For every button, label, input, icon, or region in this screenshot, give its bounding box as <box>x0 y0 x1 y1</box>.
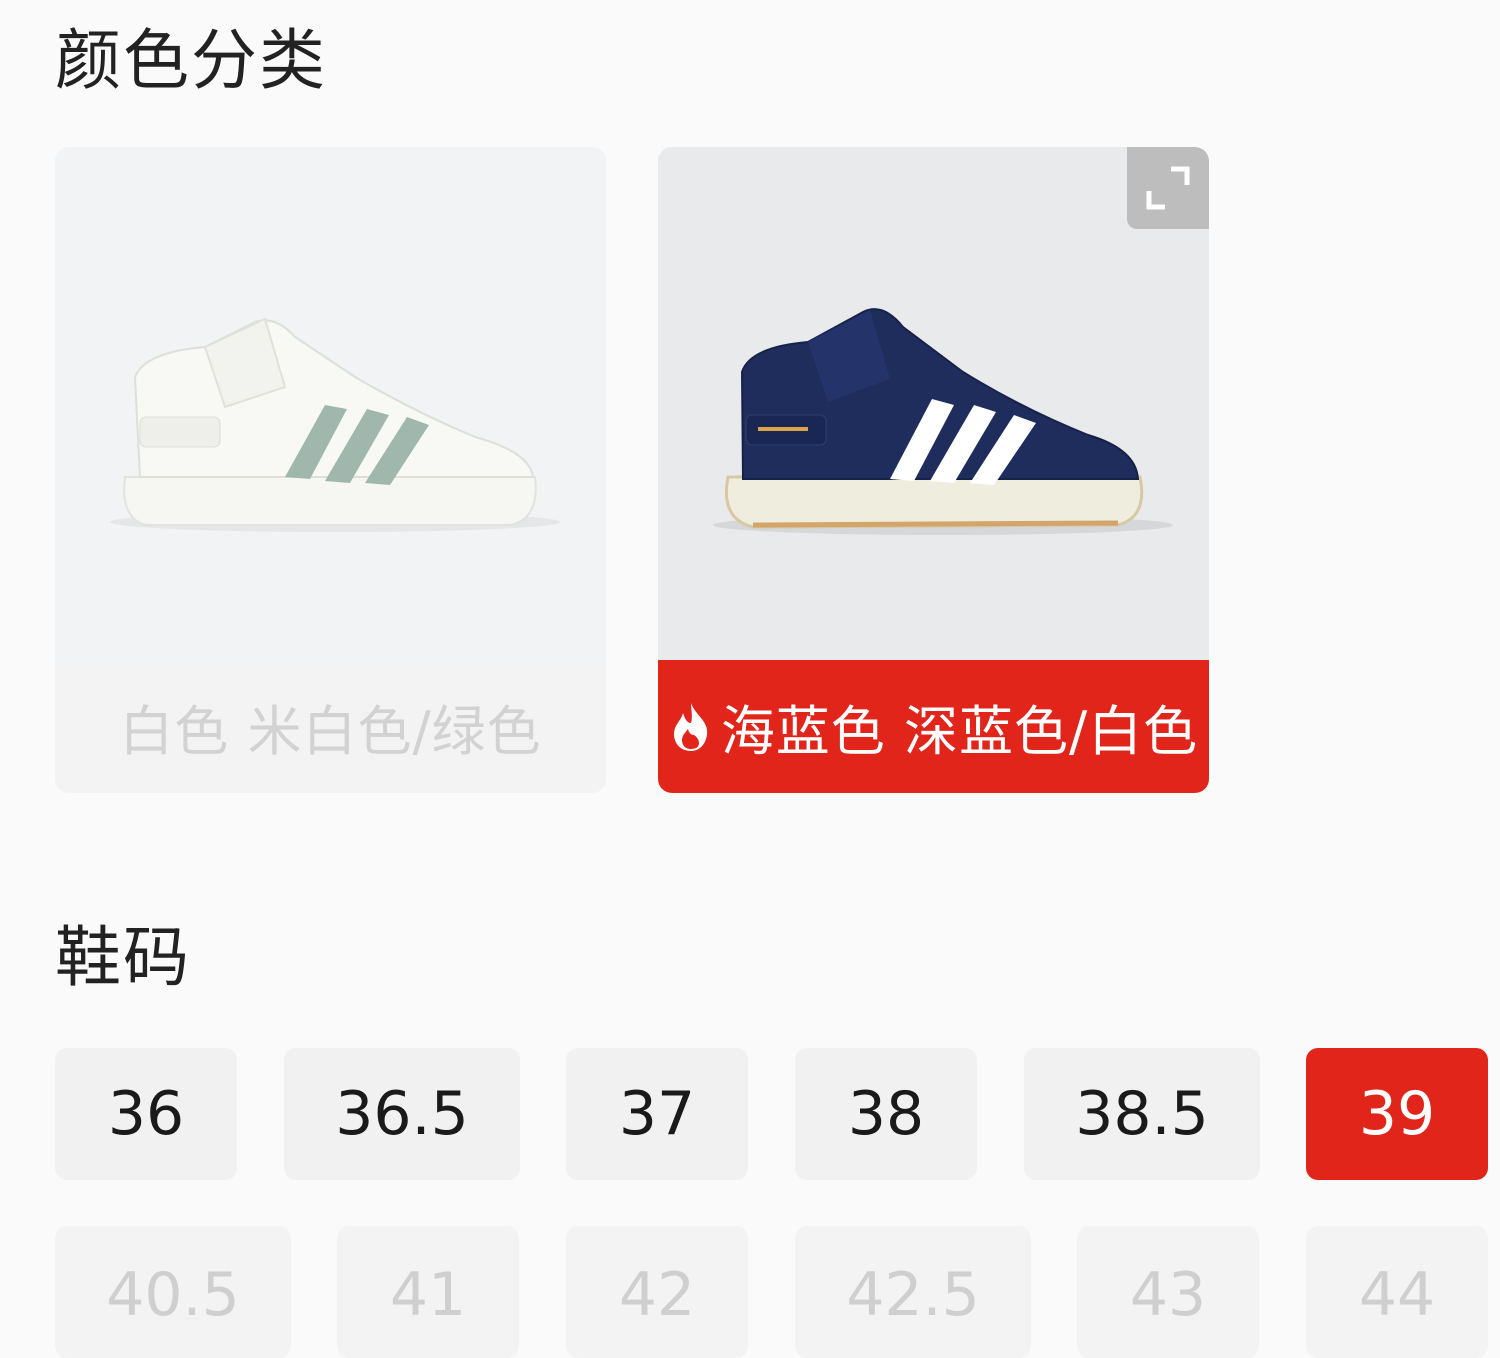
expand-icon <box>1146 166 1190 210</box>
color-label-text: 白色 米白色/绿色 <box>119 700 542 763</box>
size-option-38[interactable]: 38 <box>795 1048 977 1180</box>
color-option-white-green[interactable]: 白色 米白色/绿色 <box>55 147 606 793</box>
flame-icon <box>673 702 708 751</box>
expand-image-button[interactable] <box>1127 147 1209 229</box>
size-option-43[interactable]: 43 <box>1077 1226 1259 1358</box>
size-option-40-5[interactable]: 40.5 <box>55 1226 291 1358</box>
size-section-title: 鞋码 <box>55 919 191 996</box>
size-option-42-5[interactable]: 42.5 <box>795 1226 1031 1358</box>
color-label: 白色 米白色/绿色 <box>55 660 606 793</box>
size-option-42[interactable]: 42 <box>566 1226 748 1358</box>
size-option-36-5[interactable]: 36.5 <box>284 1048 520 1180</box>
size-option-36[interactable]: 36 <box>55 1048 237 1180</box>
color-label: 海蓝色 深蓝色/白色 <box>658 660 1209 793</box>
size-option-44[interactable]: 44 <box>1306 1226 1488 1358</box>
size-option-41[interactable]: 41 <box>337 1226 519 1358</box>
product-image-navy <box>658 147 1209 660</box>
color-option-navy-white[interactable]: 海蓝色 深蓝色/白色 <box>658 147 1209 793</box>
color-label-text: 海蓝色 深蓝色/白色 <box>720 700 1199 763</box>
size-option-37[interactable]: 37 <box>566 1048 748 1180</box>
size-option-39[interactable]: 39 <box>1306 1048 1488 1180</box>
size-option-38-5[interactable]: 38.5 <box>1024 1048 1260 1180</box>
product-image-white <box>55 147 606 660</box>
color-section-title: 颜色分类 <box>55 22 327 99</box>
